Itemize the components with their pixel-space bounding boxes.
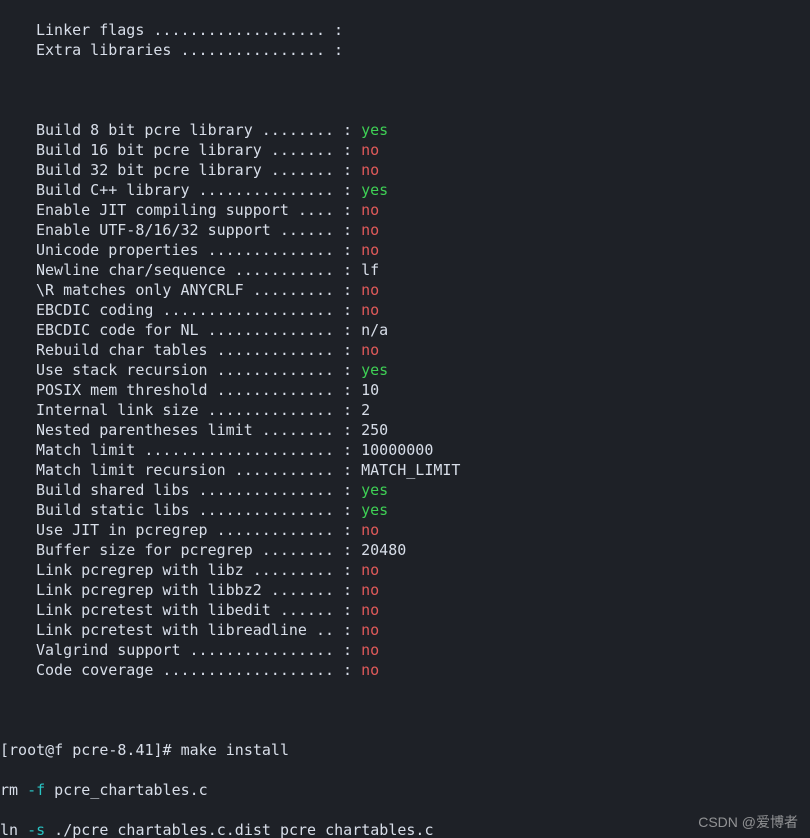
- config-value: no: [361, 661, 379, 679]
- config-label: Rebuild char tables ............. :: [36, 341, 361, 359]
- config-label: Use JIT in pcregrep ............. :: [36, 521, 361, 539]
- flag: -s: [27, 821, 45, 838]
- config-line: Link pcregrep with libbz2 ....... : no: [0, 580, 810, 600]
- config-value: lf: [361, 261, 379, 279]
- config-label: Enable JIT compiling support .... :: [36, 201, 361, 219]
- command-text: make install: [181, 741, 289, 759]
- config-line: Build shared libs ............... : yes: [0, 480, 810, 500]
- config-line: Valgrind support ................ : no: [0, 640, 810, 660]
- config-line: Nested parentheses limit ........ : 250: [0, 420, 810, 440]
- config-line: Link pcretest with libreadline .. : no: [0, 620, 810, 640]
- config-line: \R matches only ANYCRLF ......... : no: [0, 280, 810, 300]
- config-label: Link pcregrep with libz ......... :: [36, 561, 361, 579]
- terminal-output: Linker flags ................... :Extra …: [0, 0, 810, 838]
- config-value: 10: [361, 381, 379, 399]
- config-line: Link pcregrep with libz ......... : no: [0, 560, 810, 580]
- config-label: Link pcretest with libedit ...... :: [36, 601, 361, 619]
- config-value: no: [361, 281, 379, 299]
- config-value: yes: [361, 361, 388, 379]
- config-value: no: [361, 241, 379, 259]
- config-value: n/a: [361, 321, 388, 339]
- config-label: Buffer size for pcregrep ........ :: [36, 541, 361, 559]
- config-line: EBCDIC code for NL .............. : n/a: [0, 320, 810, 340]
- config-line: Buffer size for pcregrep ........ : 2048…: [0, 540, 810, 560]
- config-value: no: [361, 581, 379, 599]
- config-value: no: [361, 201, 379, 219]
- config-line: Enable JIT compiling support .... : no: [0, 200, 810, 220]
- config-value: no: [361, 301, 379, 319]
- config-value: no: [361, 641, 379, 659]
- config-label: EBCDIC coding ................... :: [36, 301, 361, 319]
- config-label: Match limit ..................... :: [36, 441, 361, 459]
- config-line: Rebuild char tables ............. : no: [0, 340, 810, 360]
- config-line: Internal link size .............. : 2: [0, 400, 810, 420]
- blank-line: [0, 700, 810, 720]
- config-label: Valgrind support ................ :: [36, 641, 361, 659]
- rm-line: rm -f pcre_chartables.c: [0, 780, 810, 800]
- config-value: 250: [361, 421, 388, 439]
- config-label: Code coverage ................... :: [36, 661, 361, 679]
- config-value: no: [361, 161, 379, 179]
- config-line: Linker flags ................... :: [0, 20, 810, 40]
- config-label: Match limit recursion ........... :: [36, 461, 361, 479]
- config-line: Build 32 bit pcre library ....... : no: [0, 160, 810, 180]
- config-line: Enable UTF-8/16/32 support ...... : no: [0, 220, 810, 240]
- config-line: Use stack recursion ............. : yes: [0, 360, 810, 380]
- ln-line: ln -s ./pcre_chartables.c.dist pcre_char…: [0, 820, 810, 838]
- config-label: Build C++ library ............... :: [36, 181, 361, 199]
- config-label: Internal link size .............. :: [36, 401, 361, 419]
- config-line: Match limit recursion ........... : MATC…: [0, 460, 810, 480]
- config-value: yes: [361, 481, 388, 499]
- config-label: Link pcregrep with libbz2 ....... :: [36, 581, 361, 599]
- config-value: 2: [361, 401, 370, 419]
- config-line: Build static libs ............... : yes: [0, 500, 810, 520]
- config-label: Use stack recursion ............. :: [36, 361, 361, 379]
- config-label: Unicode properties .............. :: [36, 241, 361, 259]
- config-value: no: [361, 521, 379, 539]
- config-label: POSIX mem threshold ............. :: [36, 381, 361, 399]
- config-value: 10000000: [361, 441, 433, 459]
- config-label: Build 8 bit pcre library ........ :: [36, 121, 361, 139]
- config-line: Build C++ library ............... : yes: [0, 180, 810, 200]
- config-value: no: [361, 141, 379, 159]
- config-value: yes: [361, 181, 388, 199]
- config-line: Unicode properties .............. : no: [0, 240, 810, 260]
- config-label: Newline char/sequence ........... :: [36, 261, 361, 279]
- config-line: Code coverage ................... : no: [0, 660, 810, 680]
- config-label: Nested parentheses limit ........ :: [36, 421, 361, 439]
- blank-line: [0, 80, 810, 100]
- config-line: Use JIT in pcregrep ............. : no: [0, 520, 810, 540]
- config-value: no: [361, 621, 379, 639]
- config-line: Build 16 bit pcre library ....... : no: [0, 140, 810, 160]
- config-label: \R matches only ANYCRLF ......... :: [36, 281, 361, 299]
- config-label: Enable UTF-8/16/32 support ...... :: [36, 221, 361, 239]
- config-label: Build static libs ............... :: [36, 501, 361, 519]
- config-value: no: [361, 341, 379, 359]
- config-value: yes: [361, 501, 388, 519]
- config-label: EBCDIC code for NL .............. :: [36, 321, 361, 339]
- config-value: 20480: [361, 541, 406, 559]
- config-line: Build 8 bit pcre library ........ : yes: [0, 120, 810, 140]
- prompt-text: [root@f pcre-8.41]#: [0, 741, 181, 759]
- config-line: EBCDIC coding ................... : no: [0, 300, 810, 320]
- config-label: Build 16 bit pcre library ....... :: [36, 141, 361, 159]
- config-line: POSIX mem threshold ............. : 10: [0, 380, 810, 400]
- config-value: yes: [361, 121, 388, 139]
- config-line: Extra libraries ................ :: [0, 40, 810, 60]
- prompt-line: [root@f pcre-8.41]# make install: [0, 740, 810, 760]
- config-value: no: [361, 601, 379, 619]
- config-value: no: [361, 561, 379, 579]
- config-label: Build 32 bit pcre library ....... :: [36, 161, 361, 179]
- config-value: MATCH_LIMIT: [361, 461, 460, 479]
- config-line: Newline char/sequence ........... : lf: [0, 260, 810, 280]
- config-label: Build shared libs ............... :: [36, 481, 361, 499]
- config-line: Link pcretest with libedit ...... : no: [0, 600, 810, 620]
- flag: -f: [27, 781, 45, 799]
- config-value: no: [361, 221, 379, 239]
- config-line: Match limit ..................... : 1000…: [0, 440, 810, 460]
- config-label: Link pcretest with libreadline .. :: [36, 621, 361, 639]
